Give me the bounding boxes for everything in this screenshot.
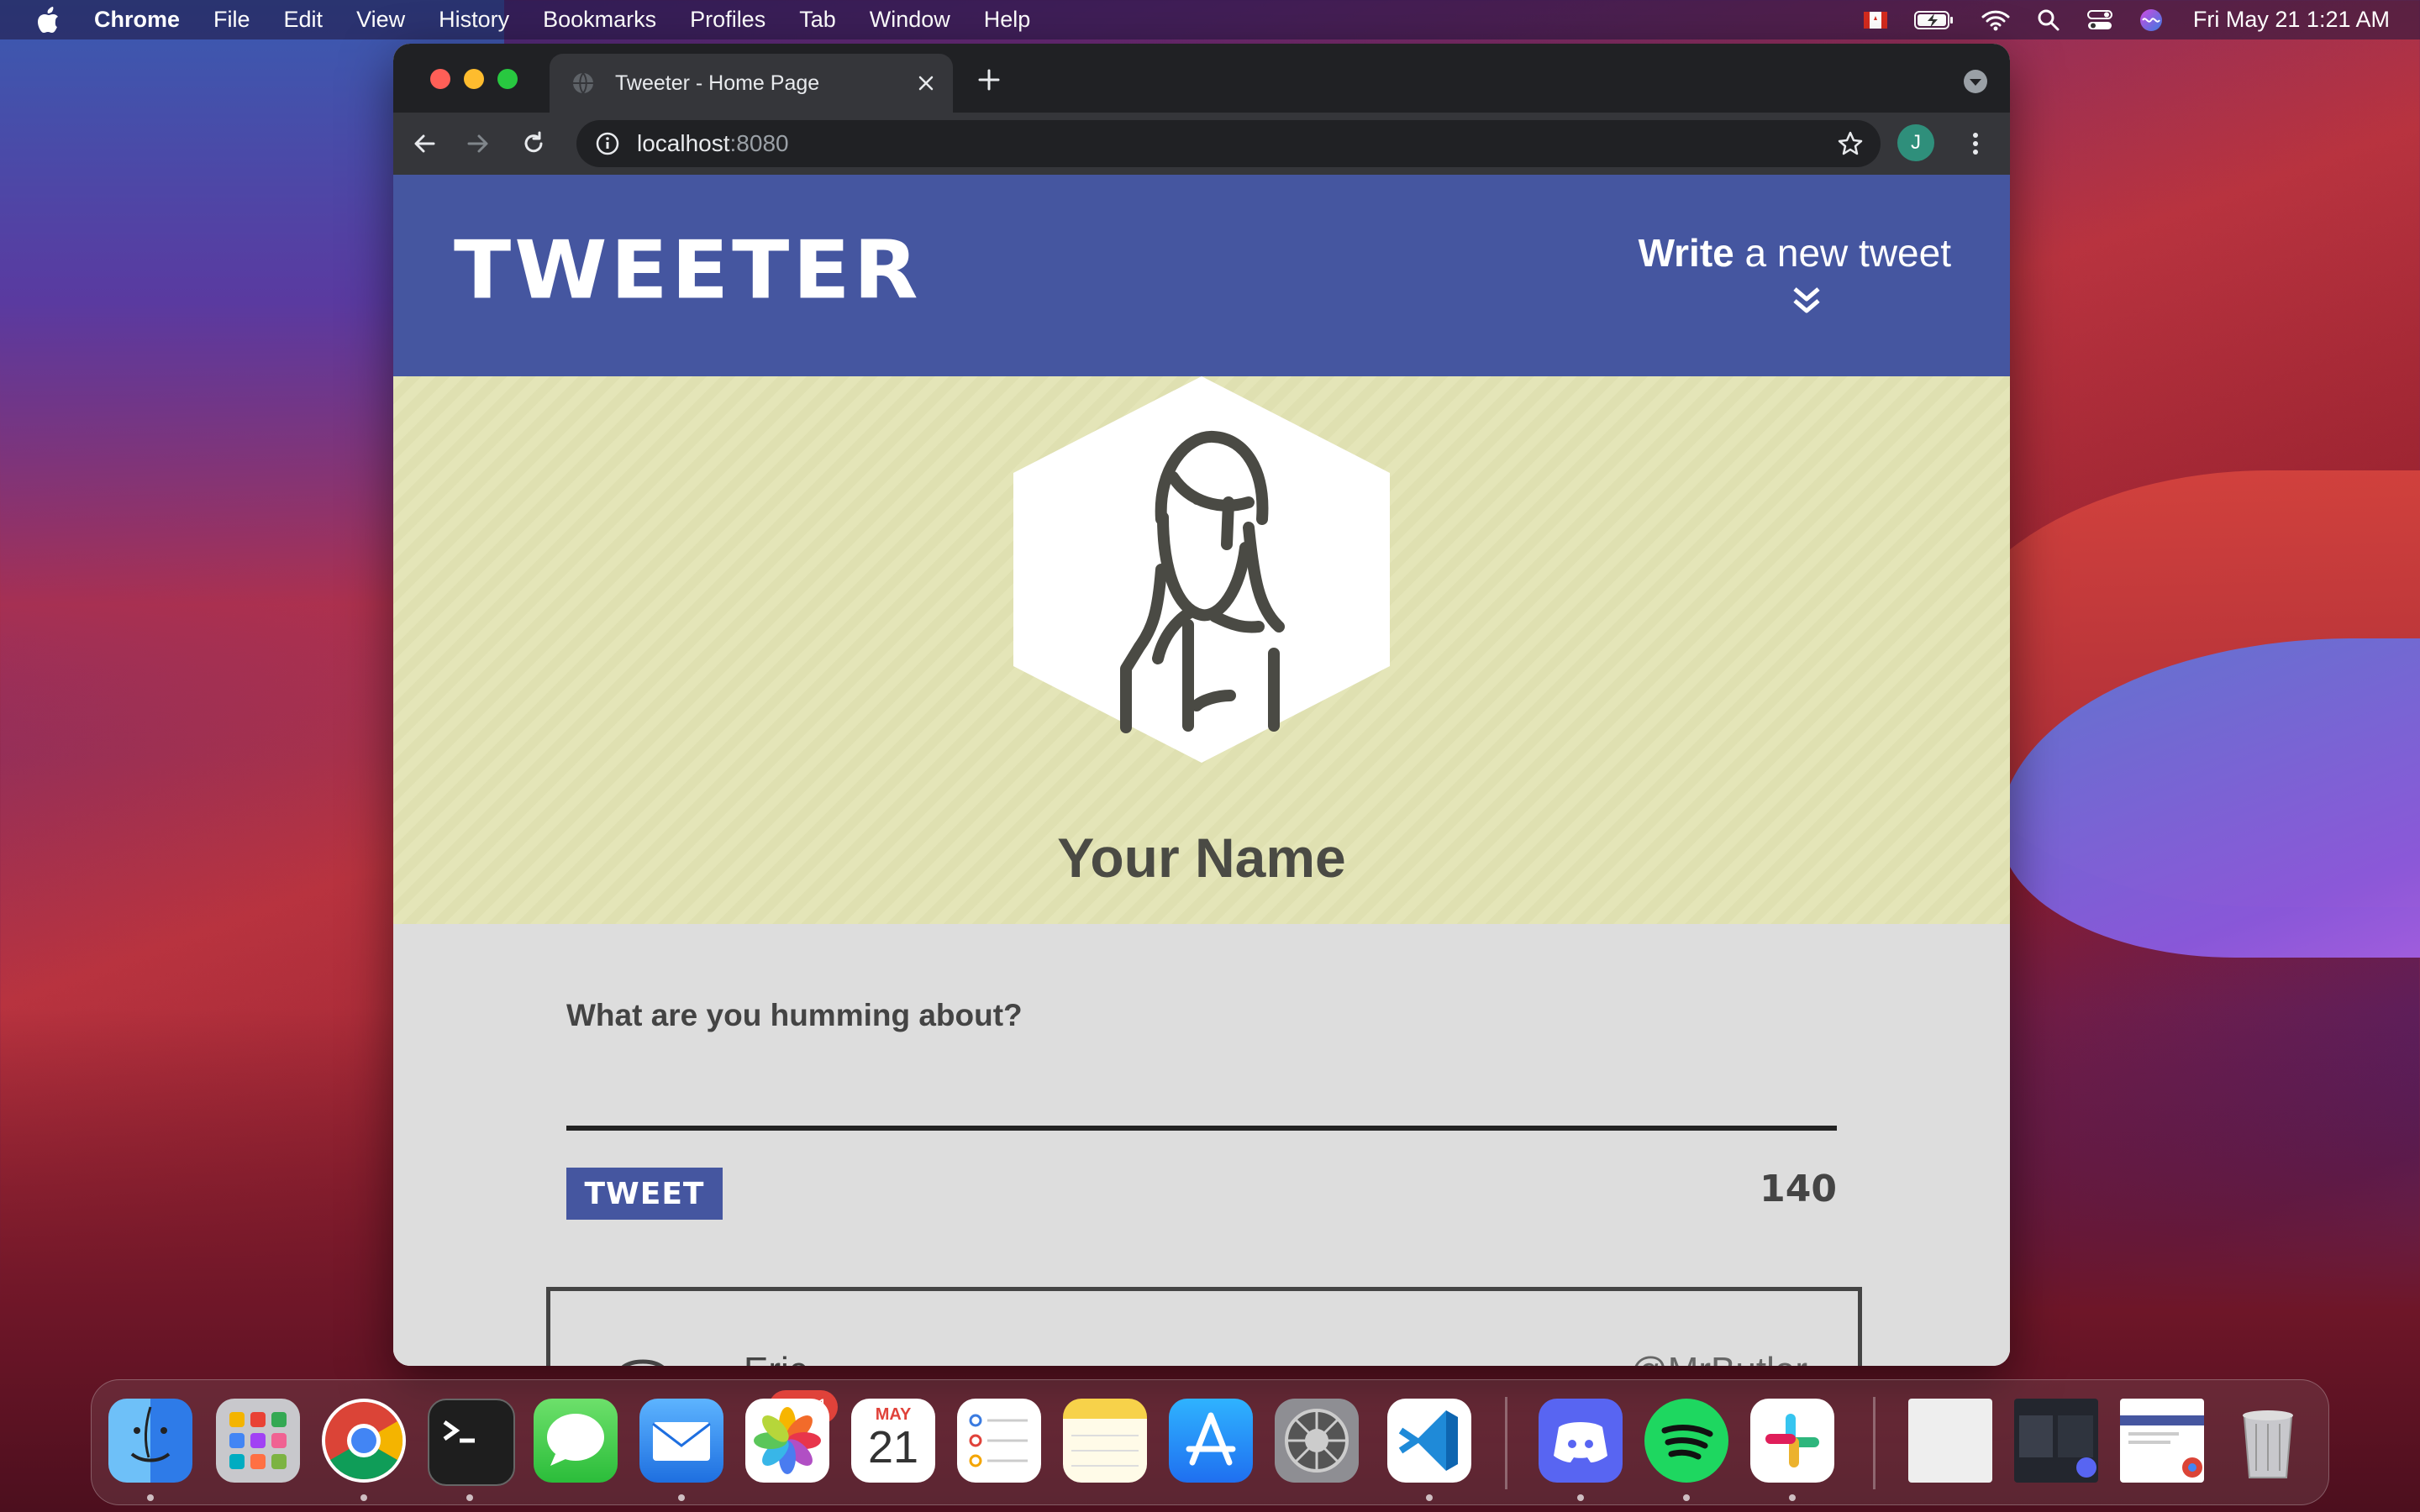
menu-view[interactable]: View xyxy=(356,7,405,33)
launchpad-icon[interactable] xyxy=(216,1399,300,1483)
reminders-icon[interactable] xyxy=(957,1399,1041,1483)
control-center-icon[interactable] xyxy=(2086,9,2112,31)
menu-profiles[interactable]: Profiles xyxy=(690,7,765,33)
siri-icon[interactable] xyxy=(2139,8,2163,32)
apple-icon[interactable] xyxy=(35,6,60,34)
url-host: localhost xyxy=(637,130,730,156)
compose-text: a new tweet xyxy=(1733,231,1952,275)
running-indicator xyxy=(147,1494,154,1501)
window-zoom-button[interactable] xyxy=(497,69,518,89)
terminal-icon[interactable] xyxy=(428,1399,515,1486)
running-indicator xyxy=(466,1494,473,1501)
spotlight-search-icon[interactable] xyxy=(2037,8,2060,32)
minimized-chrome-window-thumbnail[interactable] xyxy=(2120,1399,2204,1483)
tweet-author-avatar-icon xyxy=(621,1359,665,1366)
browser-tab[interactable]: Tweeter - Home Page xyxy=(550,54,953,113)
discord-icon[interactable] xyxy=(1539,1399,1623,1483)
double-chevron-down-icon[interactable] xyxy=(1788,282,1825,319)
downloads-stack-icon[interactable] xyxy=(1908,1399,1992,1483)
site-info-icon[interactable] xyxy=(595,131,620,156)
profile-avatar-hexagon xyxy=(1013,376,1390,763)
window-close-button[interactable] xyxy=(430,69,450,89)
site-logo[interactable]: TWEETER xyxy=(454,230,922,311)
tab-search-icon[interactable] xyxy=(1963,69,1988,94)
globe-icon xyxy=(573,72,593,94)
running-indicator xyxy=(1577,1494,1584,1501)
photos-icon[interactable] xyxy=(745,1399,829,1483)
input-source-flag-icon[interactable] xyxy=(1863,11,1887,29)
tweet-author-handle: @MrButler xyxy=(1630,1350,1807,1366)
web-page: TWEETER Write a new tweet Your Name What… xyxy=(393,175,2010,1366)
menu-edit[interactable]: Edit xyxy=(284,7,324,33)
bookmark-star-icon[interactable] xyxy=(1837,130,1864,157)
messages-icon[interactable] xyxy=(534,1399,618,1483)
back-arrow-icon[interactable] xyxy=(410,129,439,158)
reload-icon[interactable] xyxy=(519,129,548,158)
window-minimize-button[interactable] xyxy=(464,69,484,89)
calendar-day: 21 xyxy=(867,1422,919,1473)
dock: 4,611 MAY 21 xyxy=(91,1379,2329,1505)
site-nav: TWEETER Write a new tweet xyxy=(393,175,2010,376)
write-new-tweet-toggle[interactable]: Write a new tweet xyxy=(1638,230,1952,313)
forward-arrow-icon[interactable] xyxy=(464,129,492,158)
minimized-window-thumbnail[interactable] xyxy=(2014,1399,2098,1483)
browser-toolbar: localhost:8080 J xyxy=(393,113,2010,175)
character-counter: 140 xyxy=(1760,1168,1837,1210)
tab-strip: Tweeter - Home Page xyxy=(393,44,2010,113)
spotify-icon[interactable] xyxy=(1644,1399,1728,1483)
wifi-icon[interactable] xyxy=(1981,9,2010,31)
running-indicator xyxy=(1426,1494,1433,1501)
menu-file[interactable]: File xyxy=(213,7,250,33)
system-preferences-icon[interactable] xyxy=(1275,1399,1359,1483)
running-indicator xyxy=(360,1494,367,1501)
trash-icon[interactable] xyxy=(2226,1399,2310,1483)
running-indicator xyxy=(1683,1494,1690,1501)
chrome-icon[interactable] xyxy=(322,1399,406,1483)
finder-icon[interactable] xyxy=(108,1399,192,1483)
menu-bookmarks[interactable]: Bookmarks xyxy=(543,7,656,33)
dock-separator xyxy=(1873,1397,1876,1489)
app-store-icon[interactable] xyxy=(1169,1399,1253,1483)
url-port: :8080 xyxy=(729,130,789,156)
tweet-textarea[interactable] xyxy=(566,1126,1837,1131)
dock-separator xyxy=(1505,1397,1507,1489)
notes-icon[interactable] xyxy=(1063,1399,1147,1483)
menu-tab[interactable]: Tab xyxy=(799,7,836,33)
profile-avatar[interactable]: J xyxy=(1897,124,1934,161)
browser-window: Tweeter - Home Page localhost:8080 J TWE… xyxy=(393,44,2010,1366)
menu-app-name[interactable]: Chrome xyxy=(94,7,180,33)
address-bar[interactable]: localhost:8080 xyxy=(576,120,1881,167)
tweet-prompt-label: What are you humming about? xyxy=(566,998,1023,1032)
menu-bar: Chrome File Edit View History Bookmarks … xyxy=(0,0,2420,39)
menubar-clock[interactable]: Fri May 21 1:21 AM xyxy=(2193,7,2390,33)
profile-header: Your Name xyxy=(393,376,2010,924)
close-tab-icon[interactable] xyxy=(916,73,936,93)
tweet-author-name: Eric xyxy=(744,1350,808,1366)
tweet-submit-button[interactable]: TWEET xyxy=(566,1168,723,1220)
vscode-icon[interactable] xyxy=(1387,1399,1471,1483)
running-indicator xyxy=(678,1494,685,1501)
calendar-icon[interactable]: MAY 21 xyxy=(851,1399,935,1483)
tweet-card: Eric @MrButler xyxy=(546,1287,1862,1366)
new-tab-icon[interactable] xyxy=(976,67,1002,92)
profile-name: Your Name xyxy=(1057,827,1346,889)
battery-icon[interactable] xyxy=(1913,10,1954,30)
tab-title: Tweeter - Home Page xyxy=(615,71,820,95)
more-options-icon[interactable] xyxy=(1961,129,1990,158)
mail-icon[interactable] xyxy=(639,1399,723,1483)
running-indicator xyxy=(1789,1494,1796,1501)
slack-icon[interactable] xyxy=(1750,1399,1834,1483)
menu-help[interactable]: Help xyxy=(984,7,1031,33)
menu-history[interactable]: History xyxy=(439,7,509,33)
menu-window[interactable]: Window xyxy=(870,7,950,33)
new-tweet-section: What are you humming about? TWEET 140 Er… xyxy=(393,924,2010,1366)
compose-bold-text: Write xyxy=(1638,231,1734,275)
